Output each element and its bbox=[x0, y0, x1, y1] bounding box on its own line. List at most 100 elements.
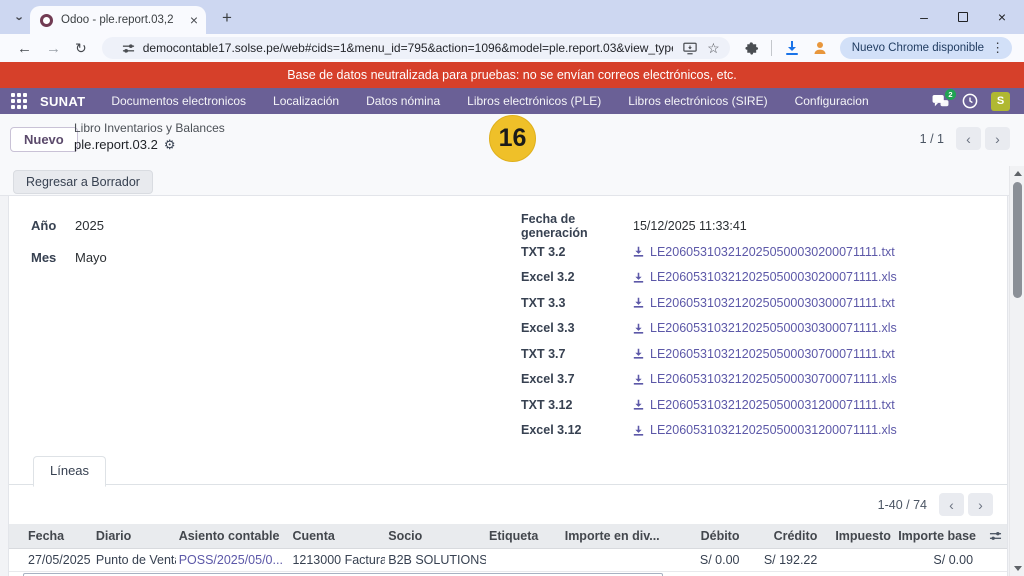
record-name: ple.report.03.2 bbox=[74, 137, 158, 152]
row-asiento-link[interactable]: POSS/2025/05/0... bbox=[176, 553, 290, 567]
lines-table: Fecha Diario Asiento contable Cuenta Soc… bbox=[9, 524, 1007, 572]
toolbar-divider bbox=[771, 40, 772, 56]
main-menu: Documentos electronicos Localización Dat… bbox=[111, 94, 868, 108]
download-file-link[interactable]: LE2060531032120250500030700071111.xls bbox=[633, 372, 897, 386]
back-button[interactable]: ← bbox=[17, 40, 32, 57]
breadcrumb-parent-link[interactable]: Libro Inventarios y Balances bbox=[74, 121, 225, 135]
reload-button[interactable]: ↻ bbox=[75, 40, 87, 57]
row-credito[interactable]: S/ 192.22 bbox=[747, 553, 825, 567]
window-minimize-button[interactable]: – bbox=[916, 9, 932, 25]
menu-libros-electronicos-ple[interactable]: Libros electrónicos (PLE) bbox=[467, 94, 601, 108]
send-to-device-icon[interactable] bbox=[683, 42, 697, 55]
col-importe-div[interactable]: Importe en div... bbox=[555, 529, 668, 543]
field-generation-date: Fecha de generación 15/12/2025 11:33:41 bbox=[521, 218, 897, 234]
download-file-link[interactable]: LE2060531032120250500030700071111.txt bbox=[633, 347, 895, 361]
browser-menu-icon[interactable]: ⋮ bbox=[991, 40, 1004, 56]
list-prev-button[interactable]: ‹ bbox=[939, 493, 964, 516]
col-importe-base[interactable]: Importe base bbox=[895, 529, 983, 543]
col-credito[interactable]: Crédito bbox=[747, 529, 825, 543]
bookmark-star-icon[interactable]: ☆ bbox=[707, 40, 720, 57]
download-file-link[interactable]: LE2060531032120250500030200071111.txt bbox=[633, 245, 895, 259]
activities-clock-icon[interactable] bbox=[962, 93, 978, 109]
odoo-navbar: SUNAT Documentos electronicos Localizaci… bbox=[0, 88, 1024, 114]
back-to-draft-button[interactable]: Regresar a Borrador bbox=[13, 170, 153, 194]
table-row[interactable]: 27/05/2025 Punto de Venta POSS/2025/05/0… bbox=[9, 549, 1007, 572]
forward-button[interactable]: → bbox=[46, 40, 61, 57]
col-asiento[interactable]: Asiento contable bbox=[176, 529, 290, 543]
gear-icon[interactable]: ⚙ bbox=[164, 138, 176, 151]
download-file-link[interactable]: LE2060531032120250500030200071111.xls bbox=[633, 270, 897, 284]
download-file-icon bbox=[633, 272, 644, 283]
scrollbar-thumb[interactable] bbox=[1013, 182, 1022, 298]
record-pager-count: 1 / 1 bbox=[920, 132, 944, 146]
extensions-icon[interactable] bbox=[744, 41, 759, 56]
menu-localizacion[interactable]: Localización bbox=[273, 94, 339, 108]
download-file-icon bbox=[633, 425, 644, 436]
col-diario[interactable]: Diario bbox=[93, 529, 176, 543]
field-anio-value[interactable]: 2025 bbox=[75, 218, 104, 233]
odoo-favicon-icon bbox=[40, 14, 53, 27]
col-cuenta[interactable]: Cuenta bbox=[289, 529, 385, 543]
row-diario[interactable]: Punto de Venta bbox=[93, 553, 176, 567]
tab-lineas[interactable]: Líneas bbox=[33, 456, 106, 487]
download-file-icon bbox=[633, 323, 644, 334]
download-file-icon bbox=[633, 297, 644, 308]
caret-down-icon: › bbox=[13, 16, 28, 20]
file-row-xls-37: Excel 3.7 LE2060531032120250500030700071… bbox=[521, 371, 897, 387]
row-socio[interactable]: B2B SOLUTIONS ... bbox=[385, 553, 486, 567]
download-file-link[interactable]: LE2060531032120250500030300071111.txt bbox=[633, 296, 895, 310]
window-controls: – × bbox=[916, 0, 1018, 34]
new-button[interactable]: Nuevo bbox=[10, 127, 78, 152]
col-etiqueta[interactable]: Etiqueta bbox=[486, 529, 555, 543]
menu-libros-electronicos-sire[interactable]: Libros electrónicos (SIRE) bbox=[628, 94, 767, 108]
messages-icon[interactable]: 2 bbox=[932, 94, 949, 109]
record-prev-button[interactable]: ‹ bbox=[956, 127, 981, 150]
window-restore-button[interactable] bbox=[958, 12, 968, 22]
tab-close-icon[interactable]: × bbox=[190, 13, 198, 27]
menu-documentos-electronicos[interactable]: Documentos electronicos bbox=[111, 94, 246, 108]
app-brand[interactable]: SUNAT bbox=[40, 94, 85, 109]
list-pager-count: 1-40 / 74 bbox=[878, 498, 927, 512]
browser-toolbar: ← → ↻ democontable17.solse.pe/web#cids=1… bbox=[0, 34, 1024, 62]
profile-avatar-icon[interactable] bbox=[812, 40, 828, 56]
file-row-xls-33: Excel 3.3 LE2060531032120250500030300071… bbox=[521, 320, 897, 336]
col-fecha[interactable]: Fecha bbox=[9, 529, 93, 543]
notebook-tabs: Líneas bbox=[9, 452, 1007, 485]
col-socio[interactable]: Socio bbox=[385, 529, 486, 543]
field-mes: Mes Mayo bbox=[31, 250, 107, 265]
neutralized-database-banner: Base de datos neutralizada para pruebas:… bbox=[0, 62, 1024, 88]
col-impuesto[interactable]: Impuesto bbox=[825, 529, 895, 543]
row-cuenta[interactable]: 1213000 Facturas... bbox=[289, 553, 385, 567]
record-pager: 1 / 1 ‹ › bbox=[920, 127, 1010, 150]
field-mes-value[interactable]: Mayo bbox=[75, 250, 107, 265]
apps-grid-icon[interactable] bbox=[11, 93, 27, 109]
row-importe-base[interactable]: S/ 0.00 bbox=[895, 553, 983, 567]
file-row-txt-37: TXT 3.7 LE206053103212025050003070007111… bbox=[521, 346, 897, 362]
menu-datos-nomina[interactable]: Datos nómina bbox=[366, 94, 440, 108]
row-debito[interactable]: S/ 0.00 bbox=[668, 553, 748, 567]
download-file-link[interactable]: LE2060531032120250500031200071111.xls bbox=[633, 423, 897, 437]
user-avatar[interactable]: S bbox=[991, 92, 1010, 111]
download-file-link[interactable]: LE2060531032120250500030300071111.xls bbox=[633, 321, 897, 335]
chrome-update-button[interactable]: Nuevo Chrome disponible ⋮ bbox=[840, 37, 1012, 59]
download-file-link[interactable]: LE2060531032120250500031200071111.txt bbox=[633, 398, 895, 412]
scrollbar-up-arrow-icon[interactable] bbox=[1014, 171, 1022, 176]
record-next-button[interactable]: › bbox=[985, 127, 1010, 150]
window-close-button[interactable]: × bbox=[994, 9, 1010, 25]
new-tab-button[interactable]: + bbox=[216, 7, 238, 29]
row-fecha[interactable]: 27/05/2025 bbox=[9, 553, 93, 567]
list-next-button[interactable]: › bbox=[968, 493, 993, 516]
toolbar-actions: Nuevo Chrome disponible ⋮ bbox=[744, 37, 1012, 59]
scrollbar-down-arrow-icon[interactable] bbox=[1014, 566, 1022, 571]
browser-tab-active[interactable]: Odoo - ple.report.03,2 × bbox=[30, 6, 206, 34]
site-settings-icon[interactable] bbox=[122, 42, 135, 55]
vertical-scrollbar[interactable] bbox=[1009, 166, 1024, 576]
adjust-columns-icon[interactable] bbox=[983, 530, 1007, 542]
menu-configuracion[interactable]: Configuracion bbox=[795, 94, 869, 108]
tab-search-button[interactable]: › bbox=[10, 8, 30, 28]
url-text[interactable]: democontable17.solse.pe/web#cids=1&menu_… bbox=[143, 41, 673, 55]
col-debito[interactable]: Débito bbox=[668, 529, 748, 543]
field-anio-label: Año bbox=[31, 218, 67, 233]
download-icon[interactable] bbox=[784, 40, 800, 56]
address-bar[interactable]: democontable17.solse.pe/web#cids=1&menu_… bbox=[102, 37, 730, 59]
